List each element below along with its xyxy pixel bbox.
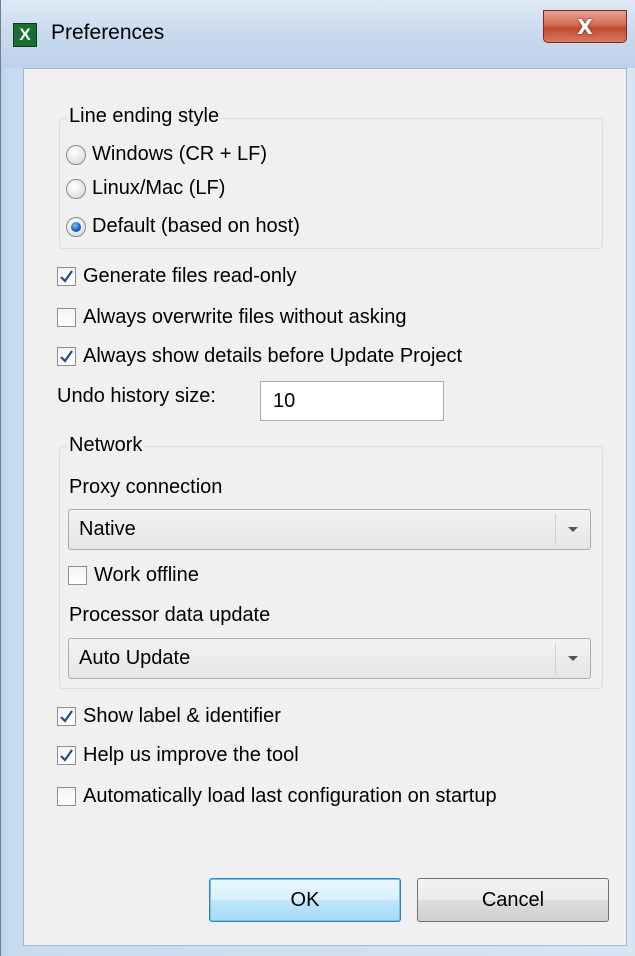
window-title: Preferences	[51, 21, 165, 44]
checkbox-generate-read-only[interactable]: Generate files read-only	[57, 265, 296, 288]
checkbox[interactable]	[57, 308, 76, 327]
radio-default[interactable]: Default (based on host)	[66, 215, 300, 238]
undo-history-label: Undo history size:	[57, 385, 216, 407]
checkmark-icon	[60, 749, 73, 762]
radio-windows[interactable]: Windows (CR + LF)	[66, 143, 267, 166]
chevron-down-icon[interactable]	[555, 514, 590, 545]
checkbox-auto-load-config[interactable]: Automatically load last configuration on…	[57, 785, 497, 808]
network-group-title: Network	[67, 434, 145, 457]
checkbox[interactable]	[57, 787, 76, 806]
generate-read-only-label: Generate files read-only	[83, 265, 297, 287]
checkbox-help-improve[interactable]: Help us improve the tool	[57, 744, 299, 767]
processor-data-update-value: Auto Update	[79, 647, 191, 669]
checkbox-always-overwrite[interactable]: Always overwrite files without asking	[57, 306, 406, 329]
title-bar[interactable]: X Preferences X	[1, 0, 635, 68]
show-label-identifier-label: Show label & identifier	[83, 705, 281, 727]
always-overwrite-label: Always overwrite files without asking	[83, 306, 407, 328]
dialog-body: Line ending style Windows (CR + LF) Linu…	[23, 68, 627, 946]
checkmark-icon	[60, 710, 73, 723]
checkbox[interactable]	[57, 746, 76, 765]
app-icon: X	[13, 23, 37, 47]
auto-load-config-label: Automatically load last configuration on…	[83, 785, 497, 807]
preferences-dialog: X Preferences X Line ending style Window…	[0, 0, 635, 956]
checkbox[interactable]	[57, 707, 76, 726]
proxy-connection-dropdown[interactable]: Native	[68, 509, 591, 550]
checkbox-work-offline[interactable]: Work offline	[68, 564, 199, 587]
cancel-button[interactable]: Cancel	[417, 878, 609, 922]
line-ending-group-title: Line ending style	[67, 105, 222, 128]
processor-data-update-label: Processor data update	[69, 604, 271, 626]
checkbox[interactable]	[57, 347, 76, 366]
checkmark-icon	[60, 270, 73, 283]
radio-windows-label: Windows (CR + LF)	[92, 143, 268, 165]
radio-button[interactable]	[66, 178, 86, 199]
checkbox-show-details[interactable]: Always show details before Update Projec…	[57, 345, 462, 368]
radio-default-label: Default (based on host)	[92, 215, 300, 237]
radio-linux-mac-label: Linux/Mac (LF)	[92, 177, 226, 199]
processor-data-update-dropdown[interactable]: Auto Update	[68, 638, 591, 679]
checkbox[interactable]	[57, 267, 76, 286]
radio-button-selected[interactable]	[66, 216, 86, 237]
show-details-label: Always show details before Update Projec…	[83, 345, 463, 367]
checkbox-show-label-identifier[interactable]: Show label & identifier	[57, 705, 281, 728]
ok-button[interactable]: OK	[209, 878, 401, 922]
work-offline-label: Work offline	[94, 564, 199, 586]
checkbox[interactable]	[68, 566, 87, 585]
checkmark-icon	[60, 350, 73, 363]
undo-history-input[interactable]: 10	[260, 381, 444, 421]
proxy-connection-label: Proxy connection	[69, 476, 223, 498]
proxy-connection-value: Native	[79, 518, 136, 540]
radio-linux-mac[interactable]: Linux/Mac (LF)	[66, 177, 225, 200]
chevron-down-icon[interactable]	[555, 643, 590, 674]
radio-button[interactable]	[66, 144, 86, 165]
help-improve-label: Help us improve the tool	[83, 744, 299, 766]
close-button[interactable]: X	[543, 10, 627, 43]
